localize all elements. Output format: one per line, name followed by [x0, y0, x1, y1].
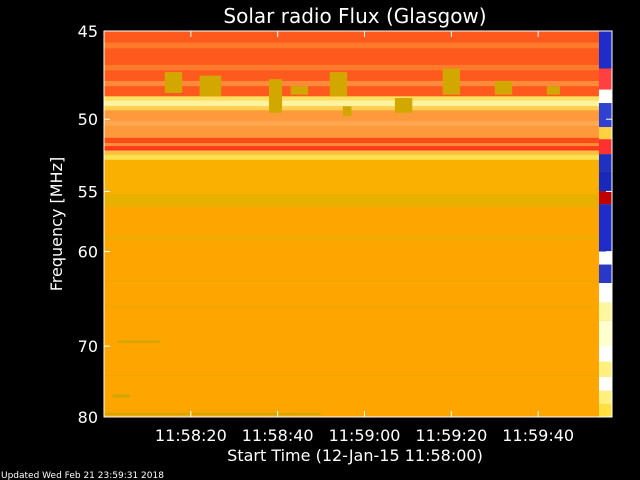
- x-tick-label-4: 11:59:40: [502, 426, 574, 445]
- signal-patch-12: [117, 340, 161, 343]
- edge-strip-segment-2: [598, 89, 612, 104]
- frequency-band-1: [104, 42, 612, 49]
- y-tick-label-5: 80: [78, 408, 98, 427]
- signal-patch-5: [342, 106, 352, 117]
- edge-strip-segment-15: [598, 346, 612, 362]
- signal-patch-7: [442, 68, 461, 95]
- x-tick-label-3: 11:59:20: [415, 426, 487, 445]
- y-tick-label-0: 45: [78, 22, 98, 41]
- frequency-band-13: [104, 154, 612, 160]
- y-tick-label-4: 70: [78, 337, 98, 356]
- frequency-band-8: [104, 120, 612, 126]
- frequency-band-15: [104, 194, 612, 207]
- x-axis-label: Start Time (12-Jan-15 11:58:00): [227, 446, 483, 465]
- frequency-band-14: [104, 159, 612, 195]
- y-tick-label-2: 55: [78, 182, 98, 201]
- edge-strip-segment-17: [598, 376, 612, 391]
- frequency-band-4: [104, 96, 612, 101]
- frequency-band-10: [104, 143, 612, 147]
- frequency-band-5: [104, 100, 612, 107]
- signal-patch-2: [268, 79, 283, 113]
- frequency-band-9: [104, 137, 612, 144]
- edge-strip-segment-10: [598, 251, 612, 265]
- edge-strip-segment-14: [598, 320, 612, 347]
- x-tick-label-2: 11:59:00: [329, 426, 401, 445]
- edge-strip-segment-12: [598, 283, 612, 303]
- edge-strip-segment-4: [598, 127, 612, 140]
- edge-strip-segment-16: [598, 361, 612, 377]
- updated-footer: Updated Wed Feb 21 23:59:31 2018: [1, 471, 164, 480]
- edge-strip-segment-11: [598, 264, 612, 284]
- signal-patch-1: [199, 75, 222, 97]
- edge-strip-segment-1: [598, 68, 612, 90]
- edge-strip-segment-0: [598, 31, 612, 69]
- edge-strip-segment-13: [598, 302, 612, 321]
- y-tick-label-1: 50: [78, 110, 98, 129]
- edge-strip-segment-19: [598, 404, 612, 417]
- frequency-band-2: [104, 64, 612, 71]
- y-axis-label: Frequency [MHz]: [47, 157, 66, 291]
- frequency-band-6: [104, 106, 612, 111]
- signal-patch-8: [494, 80, 513, 95]
- signal-patch-10: [112, 394, 131, 398]
- x-tick-label-0: 11:58:20: [155, 426, 227, 445]
- signal-patch-0: [164, 72, 183, 93]
- signal-patch-4: [329, 72, 348, 97]
- signal-patch-11: [104, 412, 322, 416]
- edge-strip-segment-6: [598, 154, 612, 172]
- frequency-band-18: [104, 305, 612, 308]
- frequency-band-12: [104, 150, 612, 155]
- spectrogram-figure: Solar radio Flux (Glasgow) 455055607080 …: [0, 0, 640, 480]
- edge-strip-segment-7: [598, 171, 612, 192]
- frequency-band-19: [104, 374, 612, 377]
- x-tick-label-1: 11:58:40: [242, 426, 314, 445]
- edge-strip-segment-3: [598, 103, 612, 128]
- y-tick-label-3: 60: [78, 243, 98, 262]
- signal-patch-3: [290, 86, 309, 95]
- edge-strip-segment-8: [598, 191, 612, 205]
- signal-patch-9: [546, 86, 560, 95]
- edge-strip-segment-9: [598, 204, 612, 252]
- frequency-band-11: [104, 146, 612, 151]
- edge-strip-segment-5: [598, 139, 612, 155]
- signal-patch-6: [394, 98, 413, 113]
- frequency-band-17: [104, 280, 612, 283]
- edge-strip-segment-18: [598, 390, 612, 405]
- plot-area: [103, 30, 613, 418]
- chart-title: Solar radio Flux (Glasgow): [223, 4, 486, 28]
- frequency-band-16: [104, 235, 612, 241]
